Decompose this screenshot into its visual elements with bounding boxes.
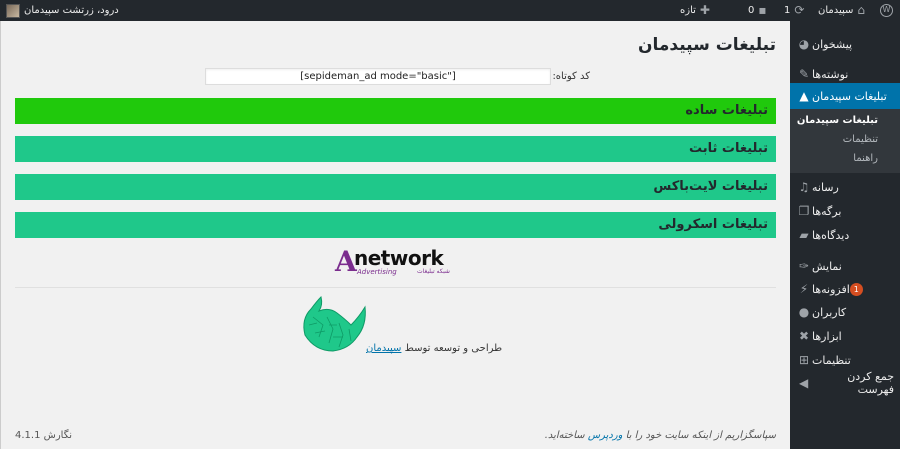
- wordpress-logo-icon: W: [880, 4, 893, 17]
- updates-menu[interactable]: 1 ⟳: [784, 0, 804, 21]
- settings-icon: ⊞: [798, 353, 810, 367]
- menu-pages[interactable]: ❐ برگه‌ها: [790, 198, 900, 224]
- credit-line: طراحی و توسعه توسط سپیدمان: [366, 343, 502, 354]
- page-title: تبلیغات سپیدمان: [637, 35, 776, 55]
- menu-label: نمایش: [812, 259, 842, 273]
- menu-label: دیدگاه‌ها: [812, 228, 850, 242]
- wp-logo-menu[interactable]: W: [880, 0, 893, 21]
- anetwork-logo-word: network: [354, 246, 444, 270]
- menu-dashboard[interactable]: ◕ پیشخوان: [790, 31, 900, 57]
- plus-icon: ✚: [699, 3, 710, 17]
- footer-thanks: سپاسگزاریم از اینکه سایت خود را با وردپر…: [545, 430, 776, 441]
- ad-bar-lightbox[interactable]: تبلیغات لایت‌باکس: [15, 174, 776, 200]
- users-icon: ●: [798, 305, 810, 319]
- menu-tools[interactable]: ✖ ابزارها: [790, 323, 900, 349]
- submenu-item-help[interactable]: راهنما: [790, 150, 900, 168]
- shortcode-label: کد کوتاه:: [552, 71, 590, 82]
- menu-label: تبلیغات سپیدمان: [812, 89, 887, 103]
- dashboard-icon: ◕: [798, 37, 810, 51]
- new-content-menu[interactable]: تازه ✚: [680, 0, 710, 21]
- menu-label: پیشخوان: [812, 37, 853, 51]
- submenu-item-settings[interactable]: تنظیمات: [790, 131, 900, 149]
- media-icon: ♫: [798, 180, 810, 194]
- comments-menu[interactable]: 0 ▪: [748, 0, 767, 21]
- plugins-icon: ⚡: [799, 282, 809, 296]
- footer-wordpress-link[interactable]: وردپرس: [588, 430, 623, 441]
- menu-label: جمع کردن فهرست: [847, 370, 894, 396]
- tools-icon: ✖: [798, 329, 810, 343]
- credit-text: طراحی و توسعه توسط: [404, 343, 503, 354]
- comments-count: 0: [748, 5, 755, 16]
- menu-comments[interactable]: ▰ دیدگاه‌ها: [790, 222, 900, 248]
- menu-sepideman-ads[interactable]: ▲ تبلیغات سپیدمان: [782, 83, 900, 109]
- collapse-icon: ◀: [799, 376, 809, 390]
- ad-bar-fixed[interactable]: تبلیغات ثابت: [15, 136, 776, 162]
- plugins-update-badge: 1: [849, 282, 863, 296]
- admin-bar: درود، زرتشت سپیدمان تازه ✚ 0 ▪ 1 ⟳ سپیدم…: [0, 0, 900, 21]
- menu-label: تنظیمات: [812, 353, 851, 367]
- menu-label: ابزارها: [812, 329, 842, 343]
- anetwork-logo-sub-fa: شبکه تبلیغات: [417, 268, 450, 275]
- howdy-text: درود، زرتشت سپیدمان: [24, 5, 119, 16]
- sepideman-rhino-logo[interactable]: [299, 295, 369, 353]
- menu-label: افزونه‌ها: [812, 282, 850, 296]
- menu-label: نوشته‌ها: [812, 67, 849, 81]
- refresh-icon: ⟳: [794, 3, 805, 17]
- anetwork-logo[interactable]: A network Advertising شبکه تبلیغات: [335, 247, 457, 279]
- sepideman-ads-icon: ▲: [799, 89, 809, 103]
- menu-label: برگه‌ها: [812, 204, 842, 218]
- menu-users[interactable]: ● کاربران: [790, 299, 900, 325]
- divider: [15, 287, 776, 288]
- site-name: سپیدمان: [818, 5, 854, 16]
- pin-icon: ✎: [798, 67, 810, 81]
- menu-label: رسانه: [812, 180, 839, 194]
- ad-bar-scroll[interactable]: تبلیغات اسکرولی: [15, 212, 776, 238]
- submenu-sepideman-ads: تبلیغات سپیدمان تنظیمات راهنما: [790, 109, 900, 173]
- comments-icon: ▰: [799, 228, 809, 242]
- menu-media[interactable]: ♫ رسانه: [790, 174, 900, 200]
- pages-icon: ❐: [798, 204, 810, 218]
- ad-bar-simple[interactable]: تبلیغات ساده: [15, 98, 776, 124]
- footer-thanks-prefix: سپاسگزاریم از اینکه سایت خود را با: [625, 430, 776, 441]
- menu-label: کاربران: [812, 305, 847, 319]
- credit-link[interactable]: سپیدمان: [366, 343, 401, 354]
- account-menu[interactable]: درود، زرتشت سپیدمان: [6, 0, 119, 21]
- footer-version: نگارش 4.1.1: [15, 430, 73, 441]
- comment-bubble-icon: ▪: [758, 3, 767, 17]
- avatar: [6, 3, 20, 18]
- new-label: تازه: [680, 5, 696, 16]
- anetwork-logo-sub: Advertising: [357, 268, 397, 276]
- site-name-menu[interactable]: سپیدمان ⌂: [818, 0, 865, 21]
- home-icon: ⌂: [857, 3, 866, 17]
- main-content: تبلیغات سپیدمان کد کوتاه: تبلیغات ساده ت…: [0, 21, 790, 449]
- updates-count: 1: [784, 5, 791, 16]
- menu-collapse[interactable]: ◀ جمع کردن فهرست: [790, 370, 900, 396]
- appearance-icon: ✑: [798, 259, 810, 273]
- admin-sidebar: ◕ پیشخوان ✎ نوشته‌ها ▲ تبلیغات سپیدمان ت…: [782, 21, 900, 449]
- footer-thanks-suffix: ساخته‌اید.: [544, 430, 585, 441]
- shortcode-input[interactable]: [205, 68, 551, 85]
- submenu-item-ads[interactable]: تبلیغات سپیدمان: [790, 112, 900, 130]
